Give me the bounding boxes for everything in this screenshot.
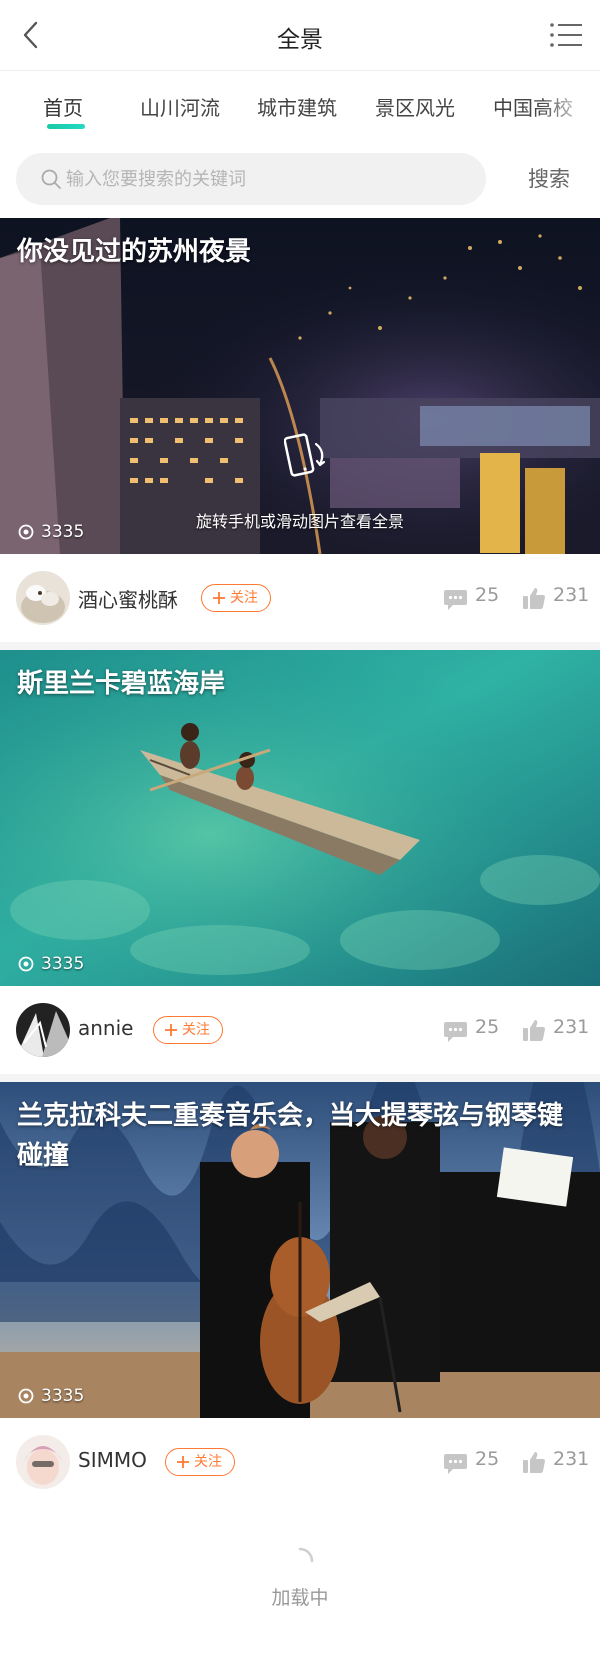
view-count-value: 3335: [41, 522, 85, 542]
page-title: 全景: [277, 27, 323, 53]
comment-icon[interactable]: [443, 589, 468, 611]
like-count: 231: [553, 584, 590, 606]
avatar[interactable]: [16, 1003, 70, 1057]
author-name[interactable]: 酒心蜜桃酥: [78, 584, 178, 613]
panorama-card: 你没见过的苏州夜景 旋转手机或滑动图片查看全景 3335 酒心蜜桃酥 关注 25: [0, 218, 600, 652]
author-name[interactable]: annie: [78, 1016, 133, 1040]
comment-count: 25: [475, 1448, 500, 1470]
tab-home[interactable]: 首页: [43, 92, 83, 121]
plus-icon: [177, 1456, 189, 1468]
view-count-value: 3335: [41, 1386, 85, 1406]
plus-icon: [213, 592, 225, 604]
view-count: 3335: [17, 954, 84, 974]
loading-spinner-icon: [285, 1546, 315, 1576]
comment-count: 25: [475, 1016, 500, 1038]
navigation-bar: 全景: [0, 0, 600, 71]
follow-label: 关注: [230, 589, 258, 606]
panorama-hint: 旋转手机或滑动图片查看全景: [195, 512, 404, 531]
plus-icon: [165, 1024, 177, 1036]
search-icon: [40, 168, 62, 190]
panorama-card: 斯里兰卡碧蓝海岸 3335 annie 关注 25 231: [0, 650, 600, 1084]
view-count-value: 3335: [41, 954, 85, 974]
follow-label: 关注: [194, 1453, 222, 1470]
loading-text: 加载中: [271, 1587, 329, 1609]
card-title: 兰克拉科夫二重奏音乐会，当大提琴弦与钢琴键碰撞: [17, 1101, 564, 1171]
view-count: 3335: [17, 1386, 84, 1406]
card-footer: SIMMO 关注 25 231: [0, 1418, 600, 1506]
card-title: 斯里兰卡碧蓝海岸: [17, 669, 226, 699]
search-button[interactable]: 搜索: [510, 153, 588, 205]
thumbs-up-icon[interactable]: [522, 1450, 546, 1474]
menu-list-icon[interactable]: [548, 17, 586, 53]
active-tab-indicator: [47, 124, 85, 129]
tabs-fade-overlay: [540, 72, 600, 139]
thumbs-up-icon[interactable]: [522, 586, 546, 610]
comment-count: 25: [475, 584, 500, 606]
follow-button[interactable]: 关注: [165, 1448, 235, 1476]
card-footer: 酒心蜜桃酥 关注 25 231: [0, 554, 600, 642]
tab-mountains-rivers[interactable]: 山川河流: [140, 92, 220, 121]
card-footer: annie 关注 25 231: [0, 986, 600, 1074]
category-tabs: 首页 山川河流 城市建筑 景区风光 中国高校: [0, 72, 600, 139]
eye-icon: [18, 524, 34, 540]
author-name[interactable]: SIMMO: [78, 1448, 147, 1472]
avatar[interactable]: [16, 1435, 70, 1489]
card-title: 你没见过的苏州夜景: [17, 237, 252, 267]
tab-city-architecture[interactable]: 城市建筑: [257, 92, 337, 121]
tab-scenic-spots[interactable]: 景区风光: [375, 92, 455, 121]
search-input[interactable]: [66, 153, 466, 205]
eye-icon: [18, 956, 34, 972]
comment-icon[interactable]: [443, 1453, 468, 1475]
eye-icon: [18, 1388, 34, 1404]
view-count: 3335: [17, 522, 84, 542]
like-count: 231: [553, 1448, 590, 1470]
follow-label: 关注: [182, 1021, 210, 1038]
panorama-card: 兰克拉科夫二重奏音乐会，当大提琴弦与钢琴键碰撞 3335 SIMMO 关注 25…: [0, 1082, 600, 1516]
search-bar: 搜索: [0, 140, 600, 218]
panorama-image[interactable]: 斯里兰卡碧蓝海岸 3335: [0, 650, 600, 986]
avatar[interactable]: [16, 571, 70, 625]
search-field[interactable]: [16, 153, 486, 205]
thumbs-up-icon[interactable]: [522, 1018, 546, 1042]
comment-icon[interactable]: [443, 1021, 468, 1043]
rotate-phone-icon: [283, 432, 328, 480]
panorama-image[interactable]: 兰克拉科夫二重奏音乐会，当大提琴弦与钢琴键碰撞 3335: [0, 1082, 600, 1418]
like-count: 231: [553, 1016, 590, 1038]
follow-button[interactable]: 关注: [201, 584, 271, 612]
panorama-image[interactable]: 你没见过的苏州夜景 旋转手机或滑动图片查看全景 3335: [0, 218, 600, 554]
follow-button[interactable]: 关注: [153, 1016, 223, 1044]
